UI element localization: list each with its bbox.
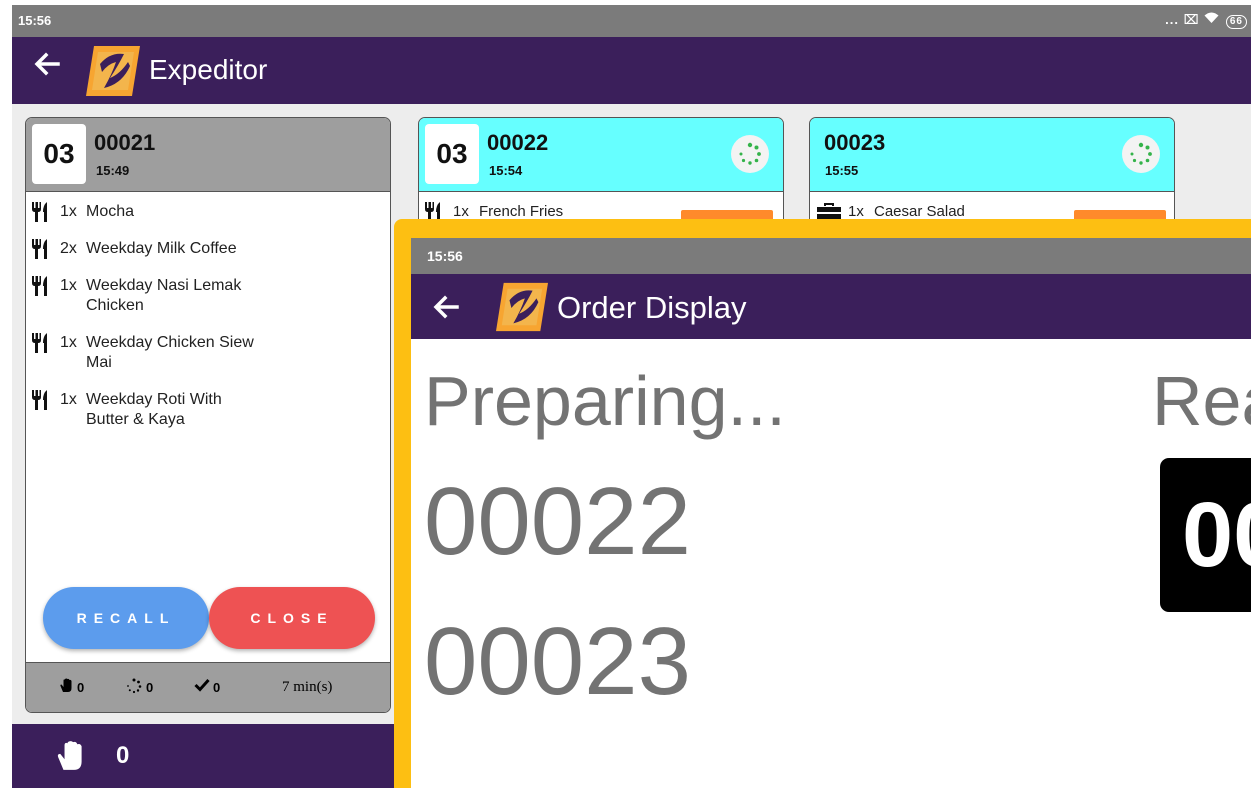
on-hold-total: 0 (116, 742, 130, 769)
ready-heading: Rea (1152, 362, 1251, 440)
item-name: Mocha (86, 203, 135, 220)
back-arrow-icon[interactable] (32, 49, 62, 84)
order-display-title: Order Display (557, 290, 747, 325)
item-name: Weekday Milk Coffee (86, 240, 237, 257)
order-time: 15:54 (489, 163, 523, 178)
dine-in-icon (30, 333, 52, 359)
preparing-order-number: 00022 (424, 468, 691, 575)
item-qty: 1x (60, 391, 77, 408)
close-button[interactable]: CLOSE (209, 587, 375, 649)
recall-button[interactable]: RECALL (43, 587, 209, 649)
ready-order-number: 00 (1160, 458, 1251, 612)
list-item[interactable]: 1x Weekday Nasi Lemak Chicken (30, 276, 390, 316)
more-icon: ... (1165, 12, 1180, 27)
hand-icon (60, 678, 74, 696)
item-name: Weekday Roti With Butter & Kaya (86, 391, 222, 428)
list-item[interactable]: 2x Weekday Milk Coffee (30, 239, 390, 259)
dine-in-icon (30, 202, 52, 228)
preparing-heading: Preparing... (424, 362, 786, 440)
on-hold-count: 0 (77, 680, 85, 695)
overlay-status-bar: 15:56 (411, 238, 1251, 274)
order-card-header[interactable]: 00023 15:55 (810, 118, 1174, 192)
spinner-icon (126, 678, 142, 697)
item-name: Weekday Chicken Siew Mai (86, 334, 254, 371)
system-icons: ... ⌧ 66 (1165, 12, 1247, 29)
table-number: 03 (425, 124, 479, 184)
order-item-list: 1x Mocha 2x Weekday Milk Coffee 1x Weekday … (30, 202, 390, 447)
overlay-status-time: 15:56 (427, 248, 463, 264)
item-qty: 1x (60, 203, 77, 220)
preparing-spinner-icon[interactable] (1122, 135, 1160, 173)
list-item[interactable]: 1x Weekday Roti With Butter & Kaya (30, 390, 390, 430)
check-icon (194, 678, 210, 695)
expeditor-app-bar: Expeditor (12, 37, 1251, 104)
dine-in-icon (30, 390, 52, 416)
order-number: 00022 (487, 130, 549, 155)
device-status-bar: 15:56 ... ⌧ 66 (12, 5, 1251, 37)
preparing-count: 0 (146, 680, 154, 695)
dine-in-icon (30, 239, 52, 265)
table-number: 03 (32, 124, 86, 184)
order-time: 15:49 (96, 163, 130, 178)
status-time: 15:56 (18, 13, 52, 28)
item-name: Weekday Nasi Lemak Chicken (86, 277, 242, 314)
elapsed-time: 7 min(s) (282, 679, 333, 695)
order-card-header[interactable]: 03 00022 15:54 (419, 118, 783, 192)
order-display-window[interactable]: 15:56 Order Display Preparing... 00022 0… (394, 219, 1251, 788)
app-logo-icon (494, 281, 550, 338)
app-logo-icon (84, 44, 142, 103)
order-card[interactable]: 03 00021 15:49 1x Mocha 2x Weekday Milk Co… (25, 117, 391, 713)
done-count: 0 (213, 680, 221, 695)
back-arrow-icon[interactable] (431, 292, 461, 327)
order-display-app-bar: Order Display (411, 274, 1251, 339)
sim-icon: ⌧ (1183, 12, 1200, 27)
item-qty: 2x (60, 240, 77, 257)
list-item[interactable]: 1x Mocha (30, 202, 390, 222)
order-card-header[interactable]: 03 00021 15:49 (26, 118, 390, 192)
order-time: 15:55 (825, 163, 859, 178)
order-number: 00021 (94, 130, 156, 155)
app-title: Expeditor (149, 54, 268, 85)
dine-in-icon (30, 276, 52, 302)
order-card-footer: 0 0 0 7 min(s) (26, 662, 390, 712)
wifi-icon (1204, 12, 1224, 27)
item-qty: 1x (60, 334, 77, 351)
preparing-spinner-icon[interactable] (731, 135, 769, 173)
order-number: 00023 (824, 130, 886, 155)
preparing-order-number: 00023 (424, 608, 691, 715)
list-item[interactable]: 1x Weekday Chicken Siew Mai (30, 333, 390, 373)
battery-icon: 66 (1225, 15, 1247, 29)
item-qty: 1x (60, 277, 77, 294)
order-display-body: Preparing... 00022 00023 Rea 00 (411, 339, 1251, 788)
hand-icon[interactable] (57, 740, 87, 777)
